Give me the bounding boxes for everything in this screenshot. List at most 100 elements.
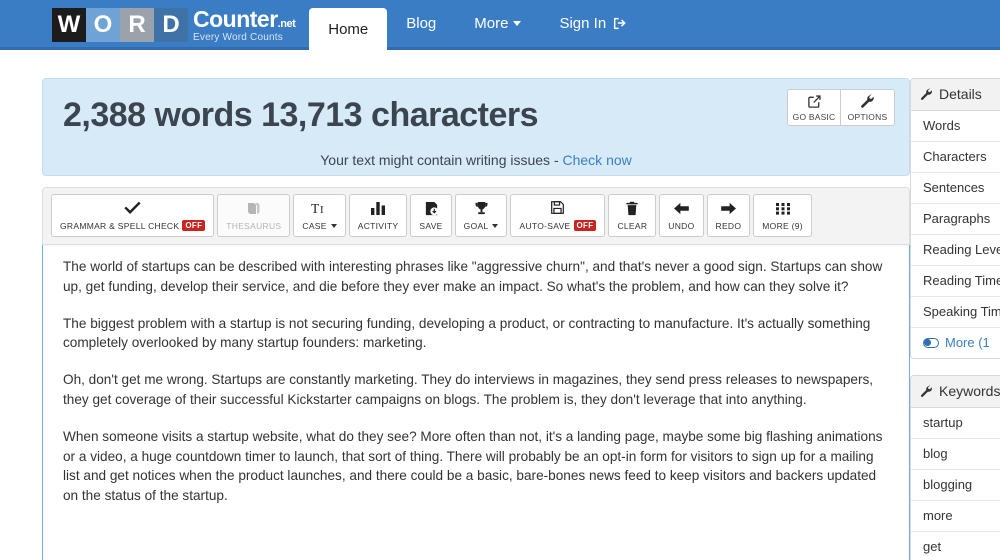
options-button[interactable]: OPTIONS <box>841 89 895 126</box>
text-editor[interactable]: The world of startups can be described w… <box>42 245 910 560</box>
external-link-icon <box>807 93 822 109</box>
logo-dotnet-text: .net <box>277 17 296 30</box>
arrow-left-icon <box>673 200 690 217</box>
more-button[interactable]: MORE (9) <box>753 194 812 237</box>
right-sidebar: Details Words Characters Sentences Parag… <box>910 50 1000 560</box>
keyword-row[interactable]: startup <box>911 408 1000 439</box>
grammar-spell-check-text: GRAMMAR & SPELL CHECK <box>60 220 180 231</box>
redo-button[interactable]: REDO <box>706 194 751 237</box>
nav-item-sign-in[interactable]: Sign In <box>540 0 647 47</box>
nav-item-sign-in-label: Sign In <box>559 15 607 32</box>
auto-save-label: AUTO-SAVE OFF <box>519 220 597 231</box>
grammar-spell-check-button[interactable]: GRAMMAR & SPELL CHECK OFF <box>51 194 215 237</box>
details-row-words[interactable]: Words <box>911 111 1000 142</box>
nav-item-blog-label: Blog <box>406 15 437 32</box>
keyword-row[interactable]: blog <box>911 439 1000 470</box>
logo-blocks: W O R D <box>52 8 188 42</box>
details-more-label: More (1 <box>945 335 990 350</box>
page-body: 2,388 words 13,713 characters Your text … <box>0 50 1000 560</box>
arrow-right-icon <box>720 200 737 217</box>
trash-icon <box>625 200 639 217</box>
thesaurus-button[interactable]: THESAURUS <box>217 194 291 237</box>
nav-items: Home Blog More Sign In <box>309 0 647 50</box>
goal-label: GOAL <box>464 221 499 231</box>
undo-button[interactable]: UNDO <box>659 194 704 237</box>
activity-button[interactable]: ACTIVITY <box>348 194 408 237</box>
bar-chart-icon <box>370 200 386 217</box>
nav-item-more[interactable]: More <box>455 0 540 47</box>
details-row-characters[interactable]: Characters <box>911 142 1000 173</box>
count-summary-panel: 2,388 words 13,713 characters Your text … <box>42 78 910 176</box>
save-download-icon <box>424 200 439 217</box>
goal-button[interactable]: GOAL <box>454 194 508 237</box>
nav-item-home-label: Home <box>328 20 369 38</box>
go-basic-label: GO BASIC <box>792 112 836 122</box>
grammar-off-badge: OFF <box>182 220 206 231</box>
keywords-card-header: Keywords <box>911 376 1000 408</box>
logo-counter-text: Counter <box>193 5 278 32</box>
goal-text: GOAL <box>463 221 489 231</box>
check-now-link[interactable]: Check now <box>563 152 632 168</box>
panel-action-buttons: GO BASIC OPTIONS <box>787 89 895 126</box>
case-text: CASE <box>302 221 327 231</box>
top-navbar: W O R D Counter.net Every Word Counts Ho… <box>0 0 1000 50</box>
book-icon <box>246 200 262 217</box>
save-label: SAVE <box>419 221 443 231</box>
details-card: Details Words Characters Sentences Parag… <box>910 78 1000 359</box>
wrench-icon <box>920 384 933 398</box>
nav-item-blog[interactable]: Blog <box>387 0 455 47</box>
grid-icon <box>775 200 791 217</box>
nav-item-more-label: More <box>474 15 509 32</box>
details-row-speaking-time[interactable]: Speaking Time <box>911 297 1000 328</box>
details-row-reading-level[interactable]: Reading Level <box>911 235 1000 266</box>
go-basic-button[interactable]: GO BASIC <box>787 89 841 126</box>
chevron-down-icon <box>513 21 522 26</box>
main-column: 2,388 words 13,713 characters Your text … <box>42 50 910 560</box>
auto-save-button[interactable]: AUTO-SAVE OFF <box>510 194 606 237</box>
sign-in-icon <box>613 16 628 31</box>
keyword-row[interactable]: blogging <box>911 470 1000 501</box>
editor-paragraph: When someone visits a startup website, w… <box>63 428 883 504</box>
logo-main-text: Counter.net <box>193 5 296 32</box>
editor-paragraph: The biggest problem with a startup is no… <box>63 315 871 351</box>
more-label: MORE (9) <box>762 221 803 231</box>
thesaurus-label: THESAURUS <box>226 221 282 231</box>
details-more-toggle[interactable]: More (1 <box>911 328 1000 358</box>
trophy-icon <box>474 200 489 217</box>
svg-text:I: I <box>320 204 324 216</box>
text-case-icon: TI <box>311 200 329 217</box>
case-button[interactable]: TI CASE <box>293 194 346 237</box>
floppy-disk-icon <box>550 199 565 216</box>
keyword-row[interactable]: get <box>911 532 1000 560</box>
keywords-card: Keywords startup blog blogging more get … <box>910 375 1000 560</box>
keyword-row[interactable]: more <box>911 501 1000 532</box>
auto-save-off-badge: OFF <box>573 220 597 231</box>
site-logo[interactable]: W O R D Counter.net Every Word Counts <box>52 0 296 50</box>
details-card-title: Details <box>939 86 982 102</box>
writing-issues-notice: Your text might contain writing issues -… <box>63 152 889 168</box>
logo-block-d: D <box>154 8 188 42</box>
activity-label: ACTIVITY <box>357 221 399 231</box>
logo-wordmark: Counter.net Every Word Counts <box>193 5 296 43</box>
details-row-sentences[interactable]: Sentences <box>911 173 1000 204</box>
grammar-spell-check-label: GRAMMAR & SPELL CHECK OFF <box>60 220 206 231</box>
logo-block-w: W <box>52 8 86 42</box>
chevron-down-icon <box>492 224 499 228</box>
clear-label: CLEAR <box>617 221 648 231</box>
clear-button[interactable]: CLEAR <box>608 194 657 237</box>
svg-text:T: T <box>311 201 320 216</box>
chevron-down-icon <box>330 224 337 228</box>
details-row-paragraphs[interactable]: Paragraphs <box>911 204 1000 235</box>
save-button[interactable]: SAVE <box>410 194 452 237</box>
details-row-reading-time[interactable]: Reading Time <box>911 266 1000 297</box>
nav-item-home[interactable]: Home <box>309 8 388 50</box>
case-label: CASE <box>302 221 337 231</box>
editor-paragraph: The world of startups can be described w… <box>63 259 883 294</box>
auto-save-text: AUTO-SAVE <box>519 220 571 231</box>
options-label: OPTIONS <box>847 112 888 122</box>
logo-tagline: Every Word Counts <box>193 31 283 43</box>
undo-label: UNDO <box>668 221 695 231</box>
wrench-icon <box>920 87 933 101</box>
logo-block-r: R <box>120 8 154 42</box>
editor-paragraph: Oh, don't get me wrong. Startups are con… <box>63 372 874 407</box>
